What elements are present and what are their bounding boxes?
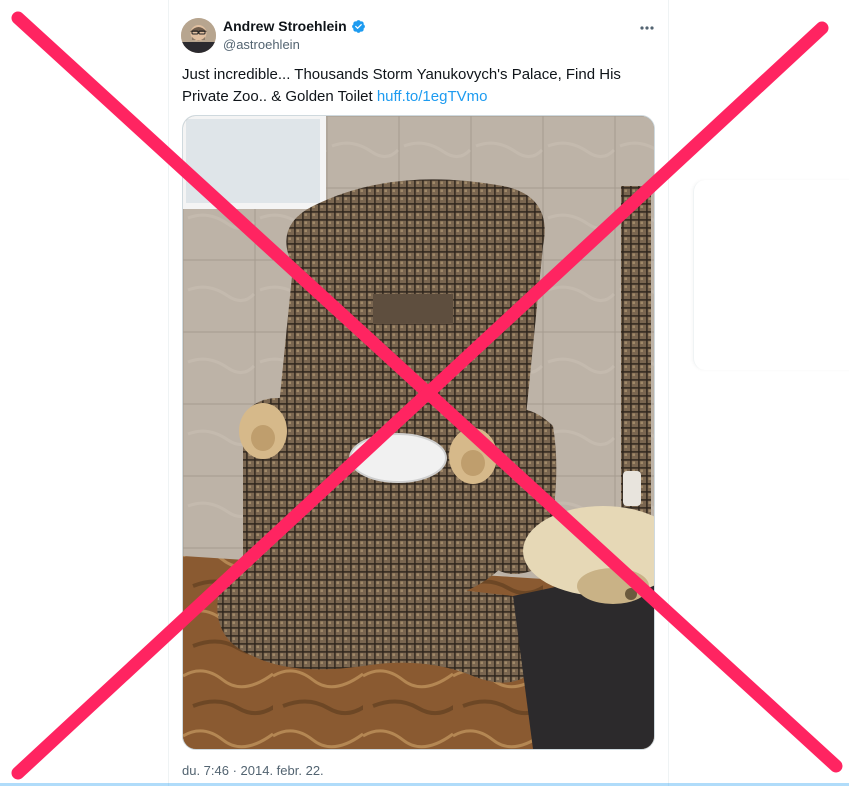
tweet-media-image[interactable]: [182, 115, 655, 750]
tweet-link[interactable]: huff.to/1egTVmo: [377, 88, 488, 105]
author-name[interactable]: Andrew Stroehlein: [223, 18, 347, 34]
author-avatar[interactable]: [181, 18, 216, 53]
author-name-row[interactable]: Andrew Stroehlein: [223, 18, 366, 34]
top-fragment: [724, 0, 734, 4]
more-options-icon: [640, 26, 654, 30]
golden-toilet-photo: [183, 116, 654, 749]
author-handle[interactable]: @astroehlein: [223, 37, 300, 52]
tweet-text: Just incredible... Thousands Storm Yanuk…: [182, 64, 657, 108]
avatar-photo: [181, 18, 216, 53]
more-options-button[interactable]: [637, 18, 657, 38]
side-panel-card: [693, 180, 849, 370]
tweet-timestamp[interactable]: du. 7:46 · 2014. febr. 22.: [182, 763, 324, 778]
verified-badge-icon: [351, 19, 365, 33]
